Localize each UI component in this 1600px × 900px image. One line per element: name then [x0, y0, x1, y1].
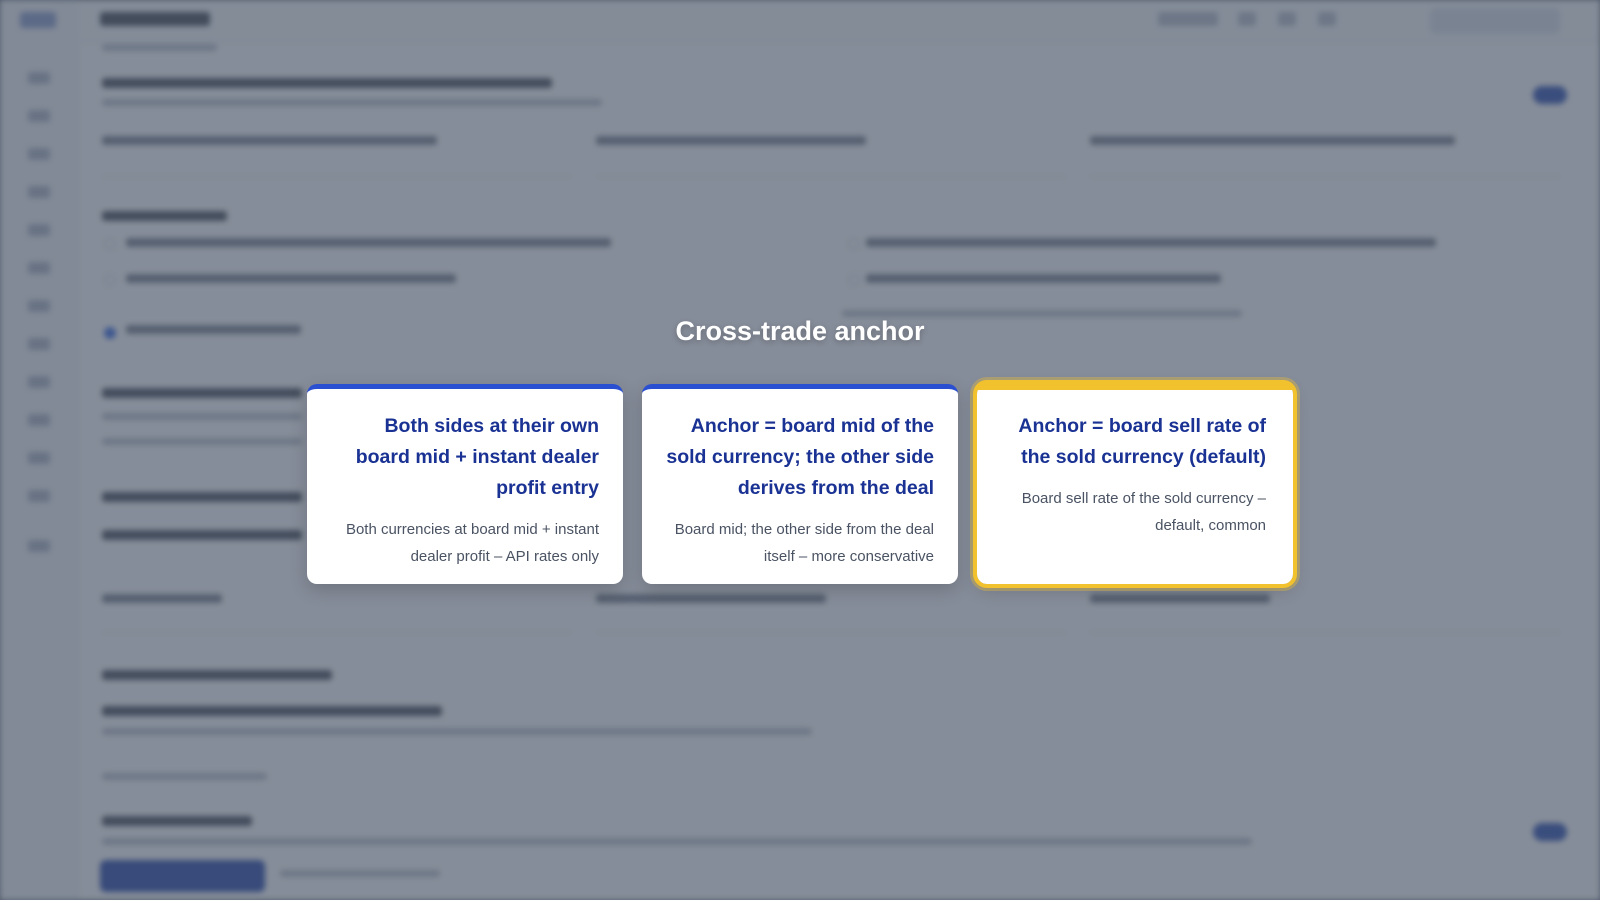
option-title: Anchor = board sell rate of the sold cur… — [1018, 415, 1266, 468]
option-description: Board sell rate of the sold currency – d… — [1021, 490, 1266, 534]
option-description: Both currencies at board mid + instant d… — [345, 521, 599, 565]
option-card-own-board-mid[interactable]: Both sides at their own board mid + inst… — [307, 384, 623, 584]
option-description: Board mid; the other side from the deal … — [674, 521, 934, 565]
option-title: Both sides at their own board mid + inst… — [355, 415, 599, 499]
option-card-board-sell-rate-default[interactable]: Anchor = board sell rate of the sold cur… — [973, 380, 1297, 588]
modal-title: Cross-trade anchor — [675, 316, 925, 346]
option-card-board-mid-sold-currency[interactable]: Anchor = board mid of the sold currency;… — [642, 384, 958, 584]
option-title: Anchor = board mid of the sold currency;… — [666, 415, 934, 499]
